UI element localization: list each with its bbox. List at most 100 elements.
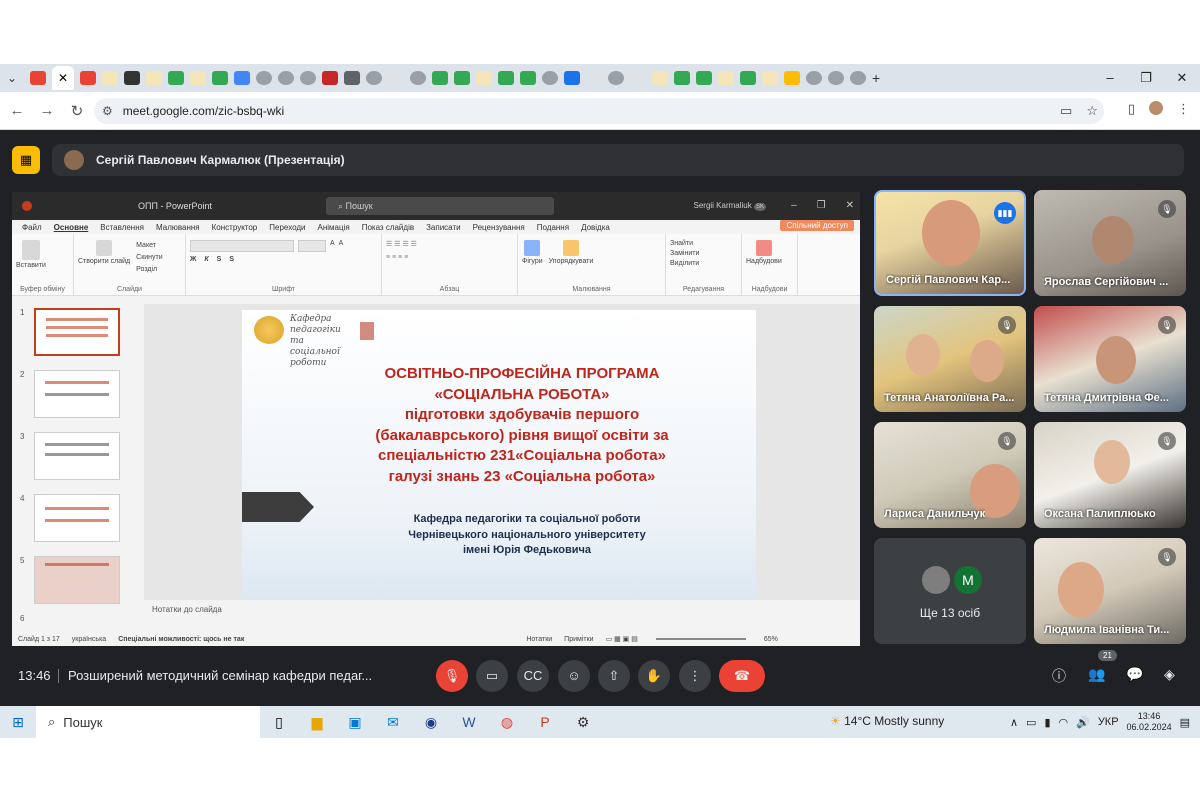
more-options-button[interactable]: ⋮	[679, 660, 711, 692]
notifications-icon[interactable]: ▤	[1180, 716, 1190, 729]
camera-toggle-button[interactable]: ▭	[476, 660, 508, 692]
battery-icon[interactable]: ▭	[1026, 716, 1036, 729]
gmail-tab-icon[interactable]	[30, 71, 46, 85]
pp-close-icon[interactable]: ✕	[846, 192, 854, 220]
zoom-level[interactable]: 65%	[764, 636, 778, 643]
slide-thumbnail[interactable]	[34, 370, 120, 418]
view-mode-icons[interactable]: ▭ ▦ ▣ ▤	[606, 635, 638, 643]
tab-icon[interactable]	[806, 71, 822, 85]
participant-tile[interactable]: 🎙 Лариса Данильчук	[874, 422, 1026, 528]
settings-icon[interactable]: ⚙	[564, 714, 602, 731]
pp-minimize-icon[interactable]: –	[791, 192, 797, 220]
tab-icon[interactable]	[630, 71, 646, 85]
addins-button[interactable]: Надбудови	[746, 240, 782, 265]
tab-icon[interactable]	[410, 71, 426, 85]
find-button[interactable]: Знайти	[670, 240, 737, 247]
taskbar-search[interactable]: ⌕ Пошук	[36, 706, 260, 738]
profile-avatar[interactable]	[1149, 101, 1163, 115]
participant-tile[interactable]: ▮▮▮ Сергій Павлович Кар...	[874, 190, 1026, 296]
layout-button[interactable]: Макет	[136, 240, 163, 252]
url-bar[interactable]: ⚙ meet.google.com/zic-bsbq-wki ▭ ☆	[94, 98, 1104, 124]
maximize-button[interactable]: ❐	[1128, 64, 1164, 92]
strikethrough-icon[interactable]: S	[217, 256, 222, 263]
tab-icon[interactable]	[718, 71, 734, 85]
powerpoint-search-input[interactable]: ⌕ Пошук	[326, 197, 554, 215]
tab-icon[interactable]	[542, 71, 558, 85]
store-icon[interactable]: ▣	[336, 714, 374, 731]
pp-restore-icon[interactable]: ❐	[817, 192, 826, 220]
stop-presenting-icon[interactable]: ▦	[12, 146, 40, 174]
new-tab-icon[interactable]: +	[872, 70, 880, 86]
drive-tab-icon[interactable]	[740, 71, 756, 85]
leave-call-button[interactable]: ☎	[719, 660, 765, 692]
menu-file[interactable]: Файл	[22, 223, 42, 232]
side-panel-icon[interactable]: ▯	[1128, 101, 1135, 117]
active-tab-close-icon[interactable]: ✕	[52, 66, 74, 90]
tab-icon[interactable]	[146, 71, 162, 85]
comments-toggle[interactable]: Примітки	[564, 636, 593, 643]
share-button[interactable]: Спільний доступ	[780, 220, 854, 231]
browser-menu-icon[interactable]: ⋮	[1177, 101, 1190, 117]
powerpoint-user[interactable]: Sergii Karmaliuk SK	[694, 192, 766, 221]
tab-icon[interactable]	[762, 71, 778, 85]
start-button[interactable]: ⊞	[0, 714, 36, 731]
close-window-button[interactable]: ✕	[1164, 64, 1200, 92]
align-icons[interactable]: ≡ ≡ ≡ ≡	[386, 254, 513, 261]
site-info-icon[interactable]: ⚙	[102, 104, 113, 118]
participant-tile[interactable]: 🎙 Тетяна Дмитрівна Фе...	[1034, 306, 1186, 412]
list-icons[interactable]: ☰ ☰ ☰ ☰	[386, 240, 513, 248]
meeting-title[interactable]: Розширений методичний семінар кафедри пе…	[57, 668, 372, 683]
menu-help[interactable]: Довідка	[581, 223, 610, 232]
shapes-button[interactable]: Фігури	[522, 240, 543, 265]
menu-insert[interactable]: Вставлення	[100, 223, 144, 232]
back-icon[interactable]: ←	[4, 102, 30, 119]
taskbar-clock[interactable]: 13:46 06.02.2024	[1127, 711, 1172, 733]
participant-tile[interactable]: 🎙 Ярослав Сергійович ...	[1034, 190, 1186, 296]
font-grow-icon[interactable]: A	[330, 240, 335, 252]
volume-icon[interactable]: 🔊	[1076, 716, 1090, 729]
font-size-select[interactable]	[298, 240, 326, 252]
tab-icon[interactable]	[344, 71, 360, 85]
drive-tab-icon[interactable]	[674, 71, 690, 85]
tab-search-dropdown-icon[interactable]: ⌄	[0, 67, 24, 89]
menu-home[interactable]: Основне	[54, 223, 89, 232]
tab-icon[interactable]	[124, 71, 140, 85]
tab-icon[interactable]	[278, 71, 294, 85]
tray-expand-icon[interactable]: ∧	[1010, 716, 1018, 729]
menu-view[interactable]: Подання	[537, 223, 569, 232]
tab-icon[interactable]	[608, 71, 624, 85]
forward-icon[interactable]: →	[34, 102, 60, 119]
participant-tile[interactable]: 🎙 Людмила Іванівна Ти...	[1034, 538, 1186, 644]
wifi-icon[interactable]: ◠	[1059, 716, 1069, 729]
new-slide-button[interactable]: Створити слайд	[78, 240, 130, 276]
menu-slideshow[interactable]: Показ слайдів	[362, 223, 414, 232]
emoji-button[interactable]: ☺	[558, 660, 590, 692]
chat-icon[interactable]: 💬	[1126, 666, 1143, 683]
select-button[interactable]: Виділити	[670, 260, 737, 267]
drive-tab-icon[interactable]	[498, 71, 514, 85]
tab-icon[interactable]	[476, 71, 492, 85]
drive-tab-icon[interactable]	[212, 71, 228, 85]
file-explorer-icon[interactable]: ▆	[298, 714, 336, 731]
powerpoint-icon[interactable]: P	[526, 714, 564, 730]
replace-button[interactable]: Замінити	[670, 250, 737, 257]
input-language[interactable]: УКР	[1098, 716, 1119, 728]
app-icon[interactable]: ◉	[412, 714, 450, 731]
activities-icon[interactable]: ◈	[1164, 666, 1175, 683]
drive-tab-icon[interactable]	[696, 71, 712, 85]
menu-transitions[interactable]: Переходи	[269, 223, 305, 232]
mic-tray-icon[interactable]: ▮	[1044, 716, 1050, 729]
language-status[interactable]: українська	[72, 636, 106, 643]
section-button[interactable]: Розділ	[136, 264, 163, 276]
font-shrink-icon[interactable]: A	[339, 240, 344, 252]
bold-icon[interactable]: Ж	[190, 256, 196, 263]
task-view-icon[interactable]: ▯	[260, 714, 298, 731]
menu-review[interactable]: Рецензування	[473, 223, 525, 232]
tab-icon[interactable]	[190, 71, 206, 85]
gmail-tab-icon[interactable]	[80, 71, 96, 85]
zoom-slider[interactable]	[655, 638, 746, 640]
menu-draw[interactable]: Малювання	[156, 223, 200, 232]
tab-icon[interactable]	[256, 71, 272, 85]
mic-toggle-button[interactable]: 🎙	[436, 660, 468, 692]
slide-thumbnail[interactable]	[34, 308, 120, 356]
